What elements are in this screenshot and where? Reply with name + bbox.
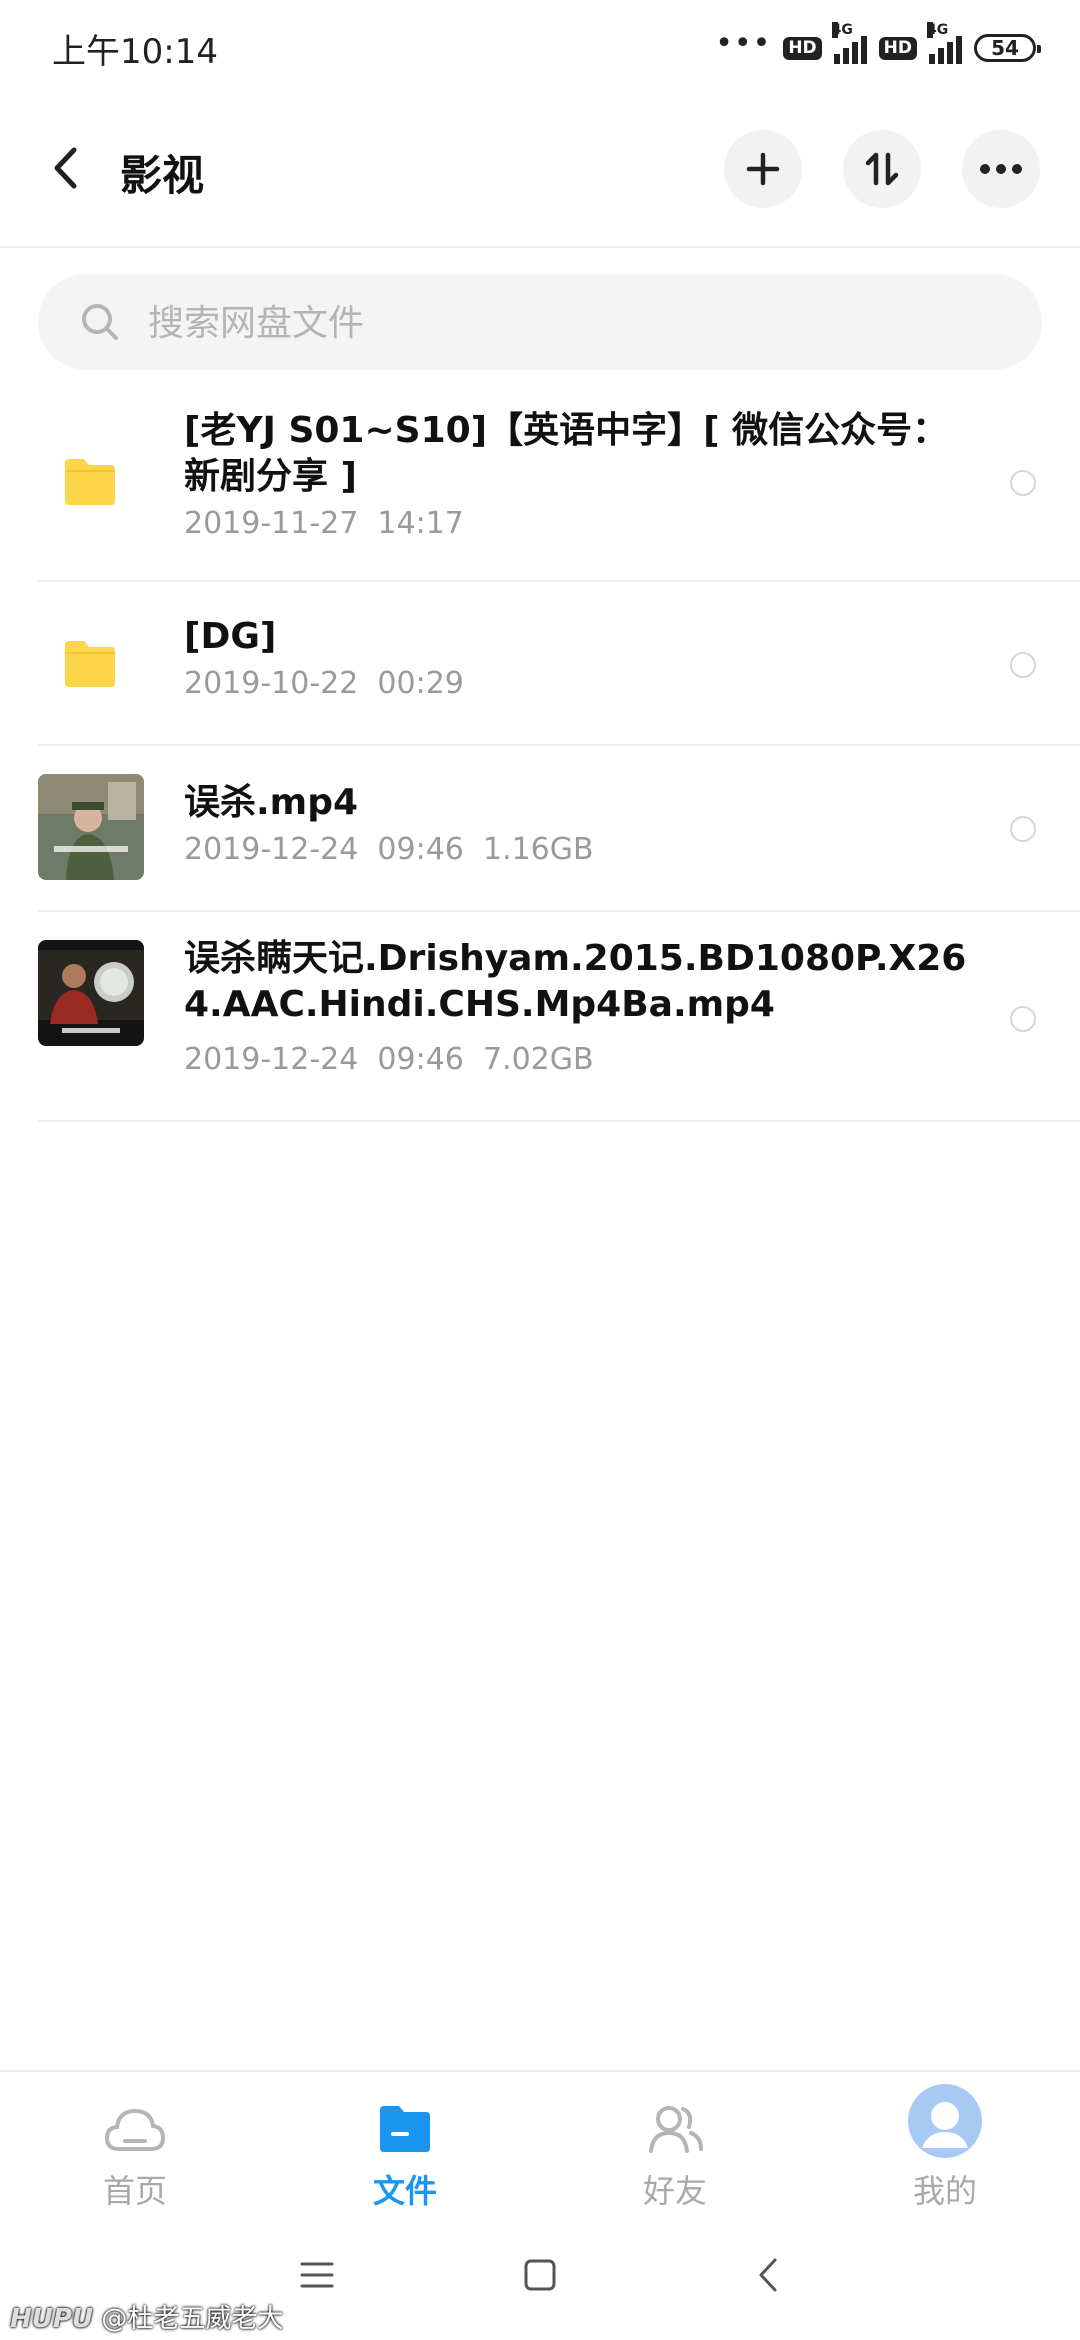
header: 影视 xyxy=(0,96,1080,248)
folder-icon xyxy=(38,612,142,716)
sort-button[interactable] xyxy=(843,130,921,208)
watermark: HUPU @杜老五威老大 xyxy=(10,2304,284,2334)
signal-icon: 4G xyxy=(831,22,867,64)
nav-me[interactable]: 我的 xyxy=(810,2072,1080,2210)
friends-icon xyxy=(640,2098,710,2160)
sort-icon xyxy=(865,152,899,186)
chevron-left-icon xyxy=(54,147,77,189)
list-item[interactable]: [老YJ S01~S10]【英语中字】[ 微信公众号：新剧分享 ] 2019-1… xyxy=(38,388,1080,582)
menu-icon xyxy=(300,2262,334,2288)
avatar-icon xyxy=(908,2084,982,2158)
nav-label: 文件 xyxy=(372,2172,437,2210)
file-name: [老YJ S01~S10]【英语中字】[ 微信公众号：新剧分享 ] xyxy=(184,410,949,497)
nav-files[interactable]: 文件 xyxy=(270,2072,540,2210)
folder-icon xyxy=(38,430,142,534)
search-input[interactable] xyxy=(146,274,1010,372)
more-button[interactable] xyxy=(962,130,1040,208)
list-item[interactable]: 误杀.mp4 2019-12-24 09:46 1.16GB xyxy=(38,746,1080,912)
more-icon xyxy=(980,164,1022,174)
status-bar: 上午10:14 ••• HD 4G HD 4G 54 xyxy=(0,0,1080,96)
chevron-left-icon xyxy=(759,2258,777,2292)
status-time: 上午10:14 xyxy=(52,32,218,72)
select-radio[interactable] xyxy=(1010,652,1036,678)
file-list: [老YJ S01~S10]【英语中字】[ 微信公众号：新剧分享 ] 2019-1… xyxy=(0,388,1080,1122)
hd-badge: HD xyxy=(783,36,822,60)
file-meta: 2019-12-24 09:46 1.16GB xyxy=(184,832,594,867)
select-radio[interactable] xyxy=(1010,1006,1036,1032)
bottom-nav: 首页 文件 好友 我的 xyxy=(0,2070,1080,2210)
search-bar[interactable] xyxy=(38,274,1042,372)
cloud-icon xyxy=(100,2098,170,2160)
list-item[interactable]: 误杀瞒天记.Drishyam.2015.BD1080P.X264.AAC.Hin… xyxy=(38,912,1080,1122)
home-button[interactable] xyxy=(510,2250,570,2300)
nav-label: 首页 xyxy=(102,2172,167,2210)
menu-button[interactable] xyxy=(287,2250,347,2300)
file-meta: 2019-11-27 14:17 xyxy=(184,506,464,541)
list-item[interactable]: [DG] 2019-10-22 00:29 xyxy=(38,582,1080,746)
plus-icon xyxy=(746,152,780,186)
signal-icon-2: 4G xyxy=(927,22,962,64)
battery-icon: 54 xyxy=(974,34,1041,62)
file-name: [DG] xyxy=(184,616,277,657)
video-thumbnail xyxy=(38,940,144,1046)
nav-label: 好友 xyxy=(642,2172,707,2210)
folder-icon xyxy=(370,2098,440,2160)
hd-badge-2: HD xyxy=(878,36,917,60)
status-icons: ••• HD 4G HD 4G 54 xyxy=(715,22,1041,70)
nav-home[interactable]: 首页 xyxy=(0,2072,270,2210)
select-radio[interactable] xyxy=(1010,816,1036,842)
select-radio[interactable] xyxy=(1010,470,1036,496)
search-icon xyxy=(82,304,118,340)
video-thumbnail xyxy=(38,774,144,880)
nav-label: 我的 xyxy=(912,2172,977,2210)
add-button[interactable] xyxy=(724,130,802,208)
back-nav-button[interactable] xyxy=(738,2250,798,2300)
file-meta: 2019-12-24 09:46 7.02GB xyxy=(184,1042,594,1077)
more-status-dots: ••• xyxy=(715,26,772,61)
file-meta: 2019-10-22 00:29 xyxy=(184,666,464,701)
back-button[interactable] xyxy=(40,136,90,200)
file-name: 误杀.mp4 xyxy=(184,782,359,823)
nav-friends[interactable]: 好友 xyxy=(540,2072,810,2210)
page-title: 影视 xyxy=(120,151,205,200)
square-icon xyxy=(524,2259,556,2291)
file-name: 误杀瞒天记.Drishyam.2015.BD1080P.X264.AAC.Hin… xyxy=(184,938,967,1025)
